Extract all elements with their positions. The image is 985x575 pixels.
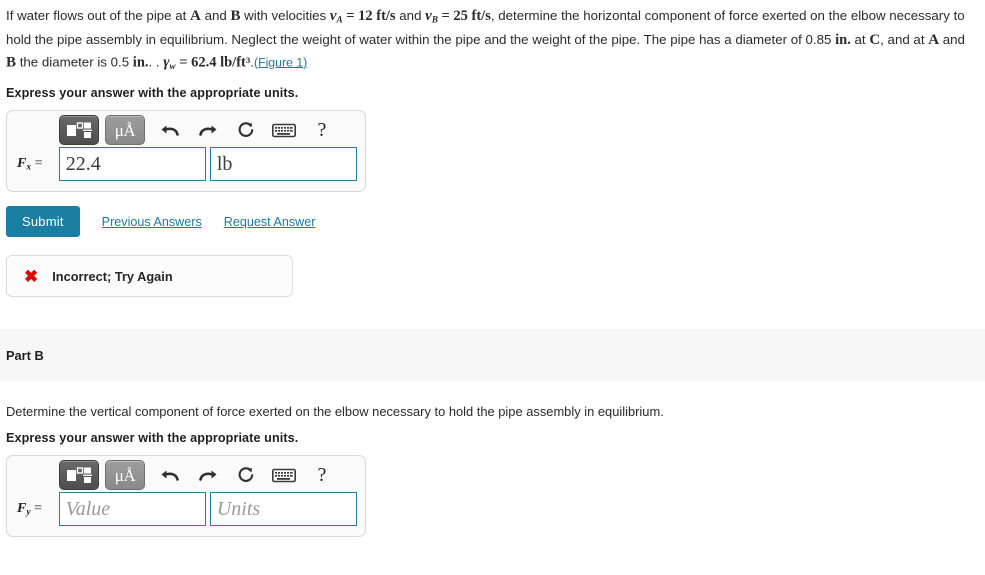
- part-a-field-row: Fx = 22.4 lb: [7, 147, 365, 191]
- units-micro-angstrom-icon[interactable]: μÅ: [105, 460, 145, 491]
- part-b-header-band: Part B: [0, 329, 985, 382]
- undo-icon[interactable]: [151, 460, 189, 490]
- reset-circular-arrow-glyph: [238, 467, 254, 483]
- problem-text-segment: with velocities: [240, 8, 330, 23]
- equals-sign: =: [30, 500, 42, 516]
- help-icon[interactable]: ?: [303, 115, 341, 145]
- velocity-a-symbol: v: [329, 8, 337, 24]
- part-a-math-toolbar: μÅ ?: [7, 111, 365, 147]
- part-a-express-instruction: Express your answer with the appropriate…: [6, 86, 299, 101]
- help-question-mark: ?: [317, 463, 327, 486]
- part-b-answer-box: μÅ ? Fy = Value Units: [6, 455, 366, 538]
- problem-text-segment: and: [395, 8, 426, 23]
- redo-icon[interactable]: [189, 460, 227, 490]
- units-icon-label: μÅ: [114, 465, 136, 485]
- problem-text-segment: at: [850, 32, 870, 48]
- unit-inches: in.: [132, 54, 149, 71]
- variable-c: C: [869, 32, 881, 49]
- keyboard-glyph: [272, 123, 296, 138]
- math-template-glyph: [67, 467, 92, 484]
- part-b-field-label: Fy =: [17, 501, 59, 518]
- figure-1-link[interactable]: (Figure 1): [254, 55, 307, 69]
- equals-sign: =: [437, 8, 454, 24]
- red-x-icon: ✖: [24, 266, 39, 286]
- problem-text-segment: and: [939, 32, 965, 48]
- problem-text-segment: If water flows out of the pipe at: [6, 8, 191, 23]
- velocity-b-value: 25 ft/s: [453, 8, 491, 24]
- reset-icon[interactable]: [227, 460, 265, 490]
- reset-icon[interactable]: [227, 115, 265, 145]
- part-b-math-toolbar: μÅ ?: [7, 456, 365, 492]
- variable-b: B: [230, 8, 241, 24]
- equals-sign: =: [175, 54, 192, 71]
- units-micro-angstrom-icon[interactable]: μÅ: [105, 115, 145, 146]
- part-b-field-row: Fy = Value Units: [7, 492, 365, 536]
- force-symbol: F: [17, 155, 27, 171]
- redo-arrow-glyph: [199, 125, 217, 137]
- part-a-units-input[interactable]: lb: [209, 147, 357, 182]
- problem-text-segment: and: [200, 8, 231, 23]
- problem-text-segment: , and at: [880, 32, 929, 48]
- undo-arrow-glyph: [161, 125, 179, 137]
- units-icon-label: μÅ: [114, 120, 136, 140]
- exercise-page: If water flows out of the pipe at A and …: [0, 0, 985, 575]
- part-b-express-instruction: Express your answer with the appropriate…: [6, 431, 299, 446]
- reset-circular-arrow-glyph: [238, 122, 254, 138]
- part-a-actions: Submit Previous Answers Request Answer: [6, 206, 979, 238]
- problem-statement: If water flows out of the pipe at A and …: [0, 0, 985, 76]
- redo-arrow-glyph: [199, 470, 217, 482]
- undo-arrow-glyph: [161, 470, 179, 482]
- variable-b: B: [6, 54, 17, 71]
- part-b-title: Part B: [6, 347, 44, 363]
- feedback-text: Incorrect; Try Again: [52, 268, 173, 284]
- variable-a: A: [190, 8, 201, 24]
- unit-inches: in.: [835, 32, 851, 49]
- redo-icon[interactable]: [189, 115, 227, 145]
- variable-a: A: [928, 32, 940, 49]
- part-b-value-input[interactable]: Value: [58, 492, 206, 527]
- problem-text-segment: the diameter is 0.5: [16, 54, 133, 70]
- force-symbol: F: [17, 500, 27, 516]
- math-template-icon[interactable]: [59, 115, 99, 146]
- velocity-b-symbol: v: [425, 8, 432, 24]
- help-question-mark: ?: [317, 118, 327, 141]
- part-a-field-label: Fx =: [17, 156, 59, 173]
- gamma-value: 62.4 lb/ft: [191, 54, 246, 71]
- velocity-a-value: 12 ft/s: [358, 8, 396, 24]
- submit-button[interactable]: Submit: [6, 206, 80, 238]
- equals-sign: =: [342, 8, 359, 24]
- request-answer-link[interactable]: Request Answer: [224, 215, 316, 229]
- feedback-banner: ✖ Incorrect; Try Again: [6, 255, 293, 298]
- equals-sign: =: [31, 155, 43, 171]
- previous-answers-link[interactable]: Previous Answers: [102, 215, 202, 229]
- help-icon[interactable]: ?: [303, 460, 341, 490]
- part-a-answer-box: μÅ ? Fx = 22.4 lb: [6, 110, 366, 193]
- keyboard-icon[interactable]: [265, 115, 303, 145]
- problem-text-segment: . .: [148, 54, 164, 70]
- part-a-value-input[interactable]: 22.4: [58, 147, 206, 182]
- keyboard-icon[interactable]: [265, 460, 303, 490]
- part-b-units-input[interactable]: Units: [209, 492, 357, 527]
- keyboard-glyph: [272, 468, 296, 483]
- math-template-icon[interactable]: [59, 460, 99, 491]
- part-b-question: Determine the vertical component of forc…: [6, 404, 664, 420]
- math-template-glyph: [67, 122, 92, 139]
- undo-icon[interactable]: [151, 115, 189, 145]
